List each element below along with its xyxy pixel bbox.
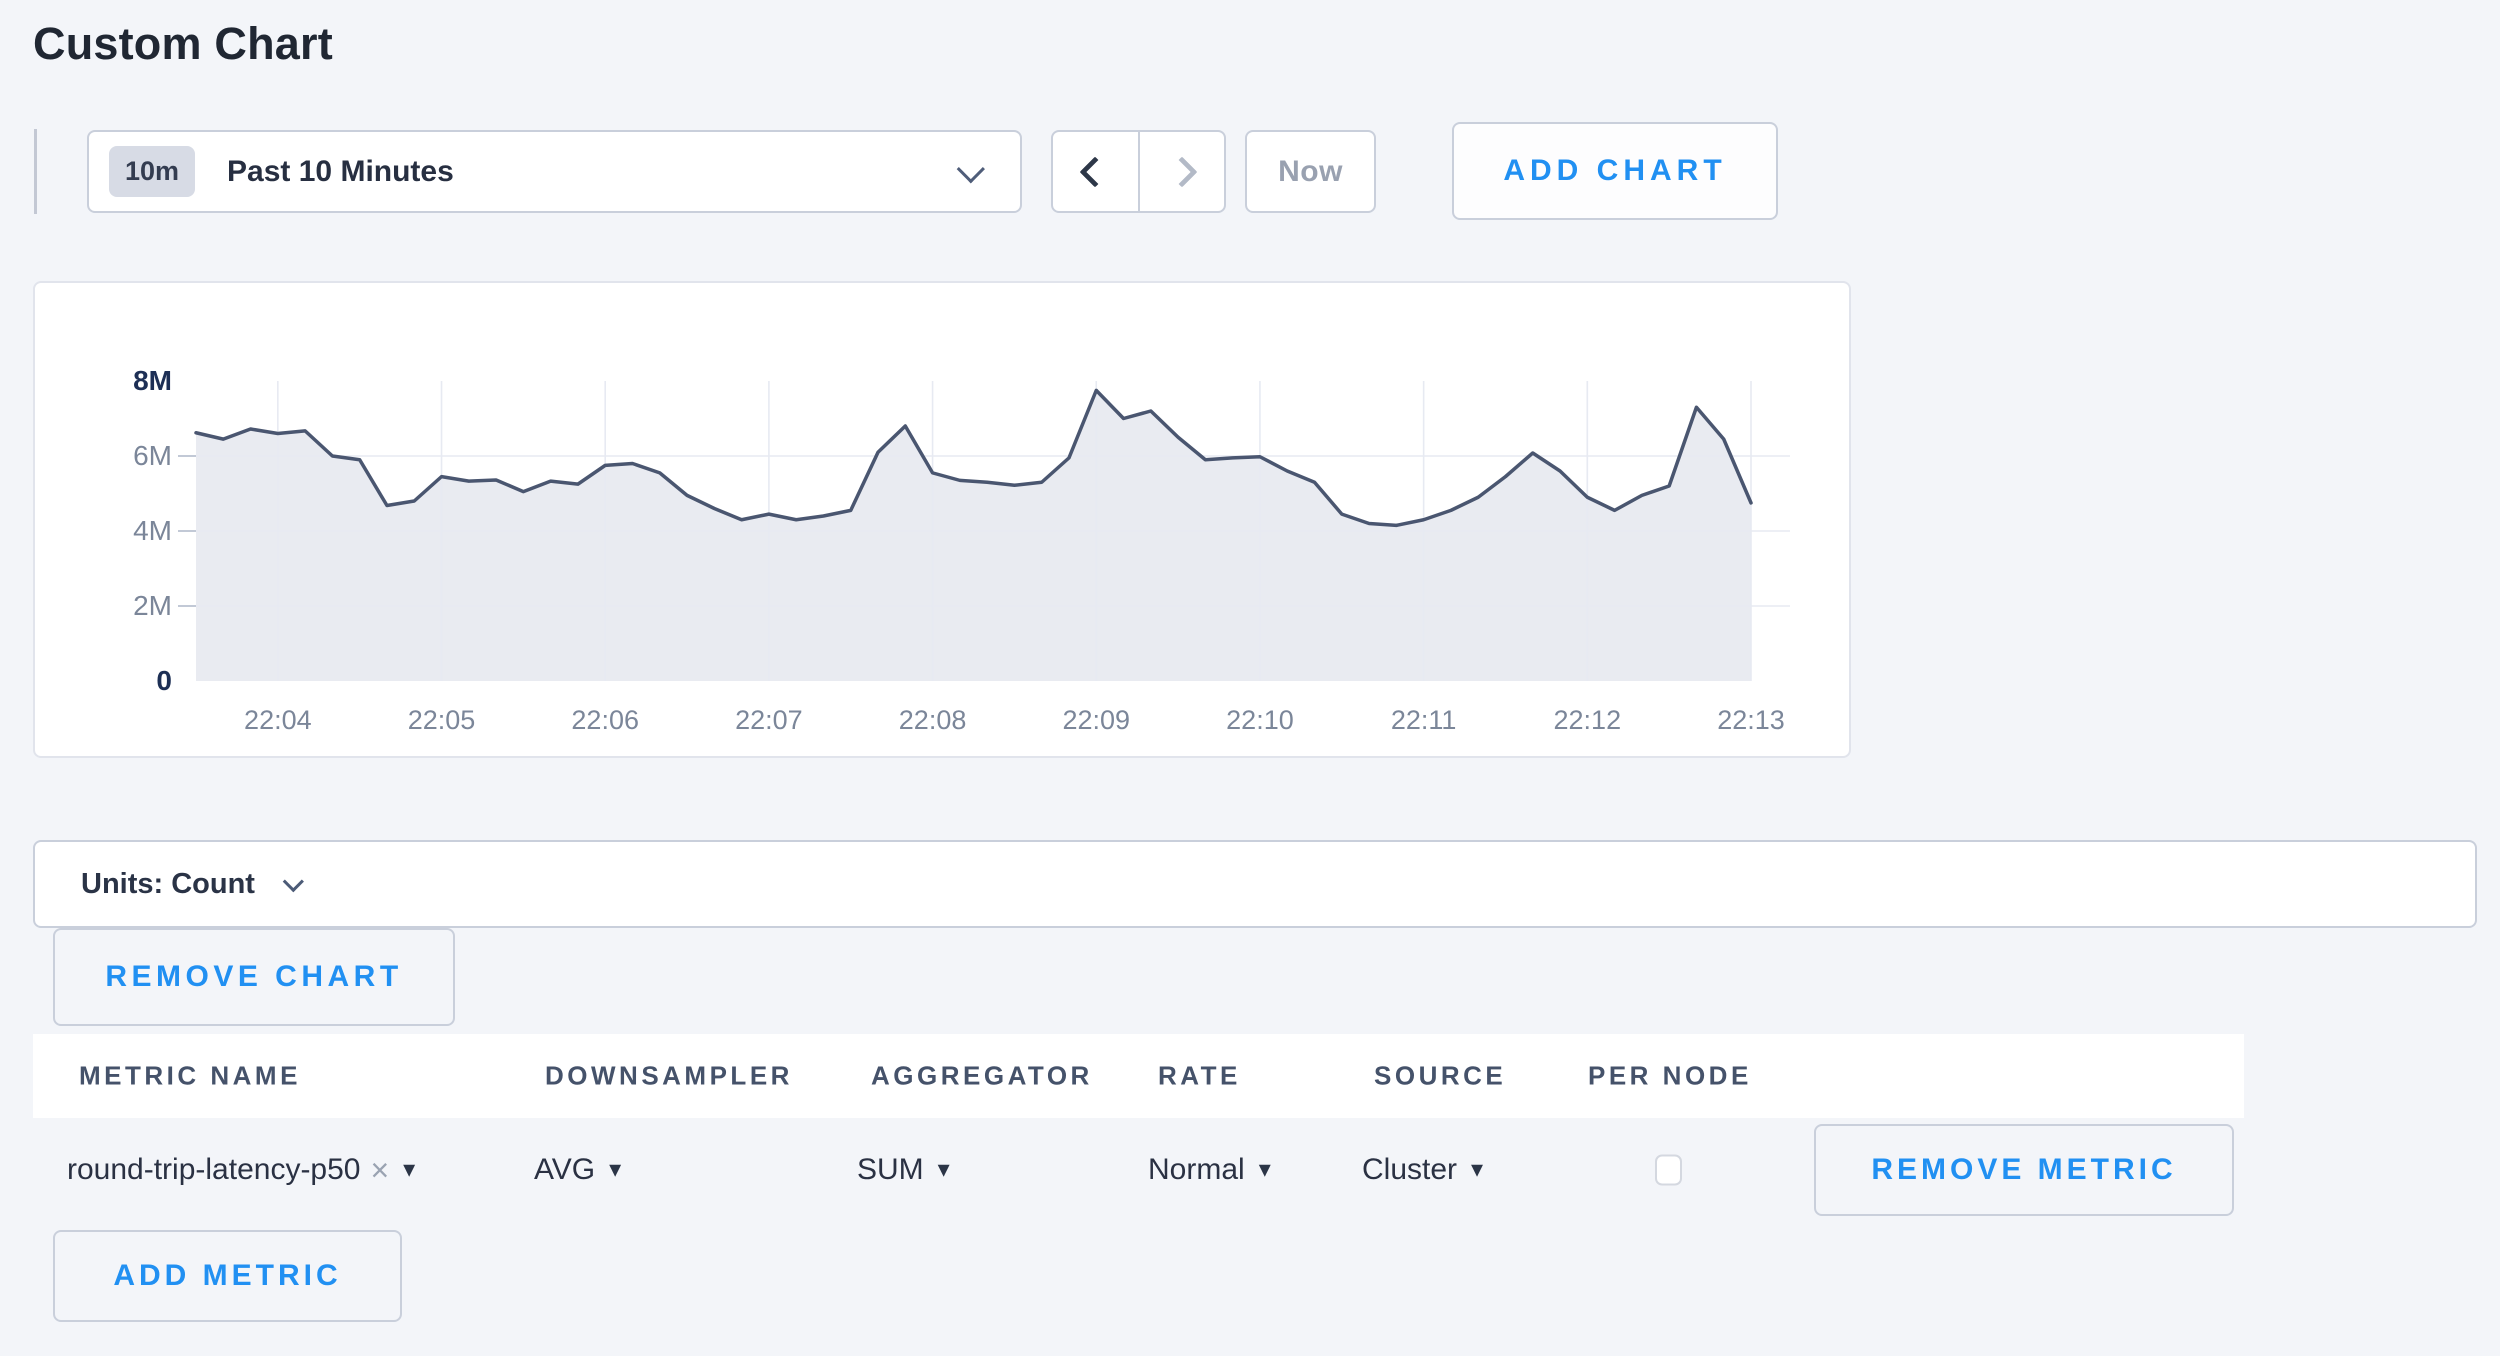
column-header-aggregator: AGGREGATOR: [871, 1061, 1093, 1092]
units-label: Units: Count: [81, 868, 255, 901]
source-value: Cluster: [1362, 1153, 1457, 1187]
toolbar-accent-divider: [34, 129, 37, 214]
x-axis-tick-label: 22:11: [1391, 705, 1457, 735]
aggregator-select[interactable]: SUM: [857, 1153, 950, 1187]
time-next-button[interactable]: [1138, 132, 1225, 211]
caret-down-icon: [1259, 1158, 1271, 1182]
y-axis-tick-label: 4M: [133, 515, 172, 546]
column-header-per-node: PER NODE: [1588, 1061, 1752, 1092]
time-window-badge: 10m: [109, 146, 195, 197]
remove-metric-button[interactable]: REMOVE METRIC: [1814, 1124, 2234, 1216]
column-header-source: SOURCE: [1374, 1061, 1506, 1092]
time-prev-button[interactable]: [1053, 132, 1138, 211]
page-title: Custom Chart: [33, 18, 333, 70]
latency-area-chart: 22:04 22:05 22:06 22:07 22:08 22:09 22:10 22:11…: [33, 281, 1851, 758]
chevron-right-icon: [1166, 156, 1197, 187]
x-axis-tick-label: 22:06: [571, 705, 639, 735]
chart-card: 22:04 22:05 22:06 22:07 22:08 22:09 22:10 22:11…: [33, 281, 1851, 758]
y-axis-tick-label: 8M: [133, 365, 172, 396]
y-axis-tick-label: 2M: [133, 590, 172, 621]
per-node-checkbox[interactable]: [1655, 1155, 1682, 1186]
rate-select[interactable]: Normal: [1148, 1153, 1271, 1187]
x-axis-tick-label: 22:13: [1717, 705, 1785, 735]
downsampler-value: AVG: [534, 1153, 595, 1187]
time-window-select[interactable]: 10m Past 10 Minutes: [87, 130, 1022, 213]
y-axis-tick-label: 0: [156, 665, 172, 696]
aggregator-value: SUM: [857, 1153, 924, 1187]
metric-table-row: round-trip-latency-p50 AVG SUM Normal Cl…: [33, 1122, 2244, 1218]
x-axis-tick-label: 22:05: [408, 705, 476, 735]
caret-down-icon: [938, 1158, 950, 1182]
y-axis-tick-label: 6M: [133, 440, 172, 471]
column-header-rate: RATE: [1158, 1061, 1241, 1092]
x-axis-tick-label: 22:04: [244, 705, 312, 735]
metrics-table-header: METRIC NAME DOWNSAMPLER AGGREGATOR RATE …: [33, 1034, 2244, 1118]
now-button[interactable]: Now: [1245, 130, 1376, 213]
remove-chart-button[interactable]: REMOVE CHART: [53, 928, 455, 1026]
metric-name-value: round-trip-latency-p50: [67, 1153, 360, 1187]
rate-value: Normal: [1148, 1153, 1245, 1187]
x-axis-tick-label: 22:10: [1226, 705, 1294, 735]
caret-down-icon: [1471, 1158, 1483, 1182]
downsampler-select[interactable]: AVG: [534, 1153, 621, 1187]
add-metric-button[interactable]: ADD METRIC: [53, 1230, 402, 1322]
caret-down-icon: [609, 1158, 621, 1182]
column-header-metric-name: METRIC NAME: [79, 1061, 301, 1092]
caret-down-icon: [403, 1158, 415, 1182]
chevron-down-icon: [283, 871, 304, 892]
clear-metric-icon[interactable]: [370, 1154, 389, 1186]
add-chart-button[interactable]: ADD CHART: [1452, 122, 1778, 220]
time-window-label: Past 10 Minutes: [227, 155, 454, 189]
x-axis-tick-label: 22:07: [735, 705, 803, 735]
x-axis-tick-label: 22:08: [899, 705, 967, 735]
x-axis-tick-label: 22:12: [1554, 705, 1622, 735]
chevron-down-icon: [957, 155, 985, 183]
time-pager-group: [1051, 130, 1226, 213]
metric-name-select[interactable]: round-trip-latency-p50: [67, 1153, 415, 1187]
units-select[interactable]: Units: Count: [33, 840, 2477, 928]
chevron-left-icon: [1080, 156, 1111, 187]
column-header-downsampler: DOWNSAMPLER: [545, 1061, 793, 1092]
x-axis-tick-label: 22:09: [1062, 705, 1130, 735]
source-select[interactable]: Cluster: [1362, 1153, 1483, 1187]
